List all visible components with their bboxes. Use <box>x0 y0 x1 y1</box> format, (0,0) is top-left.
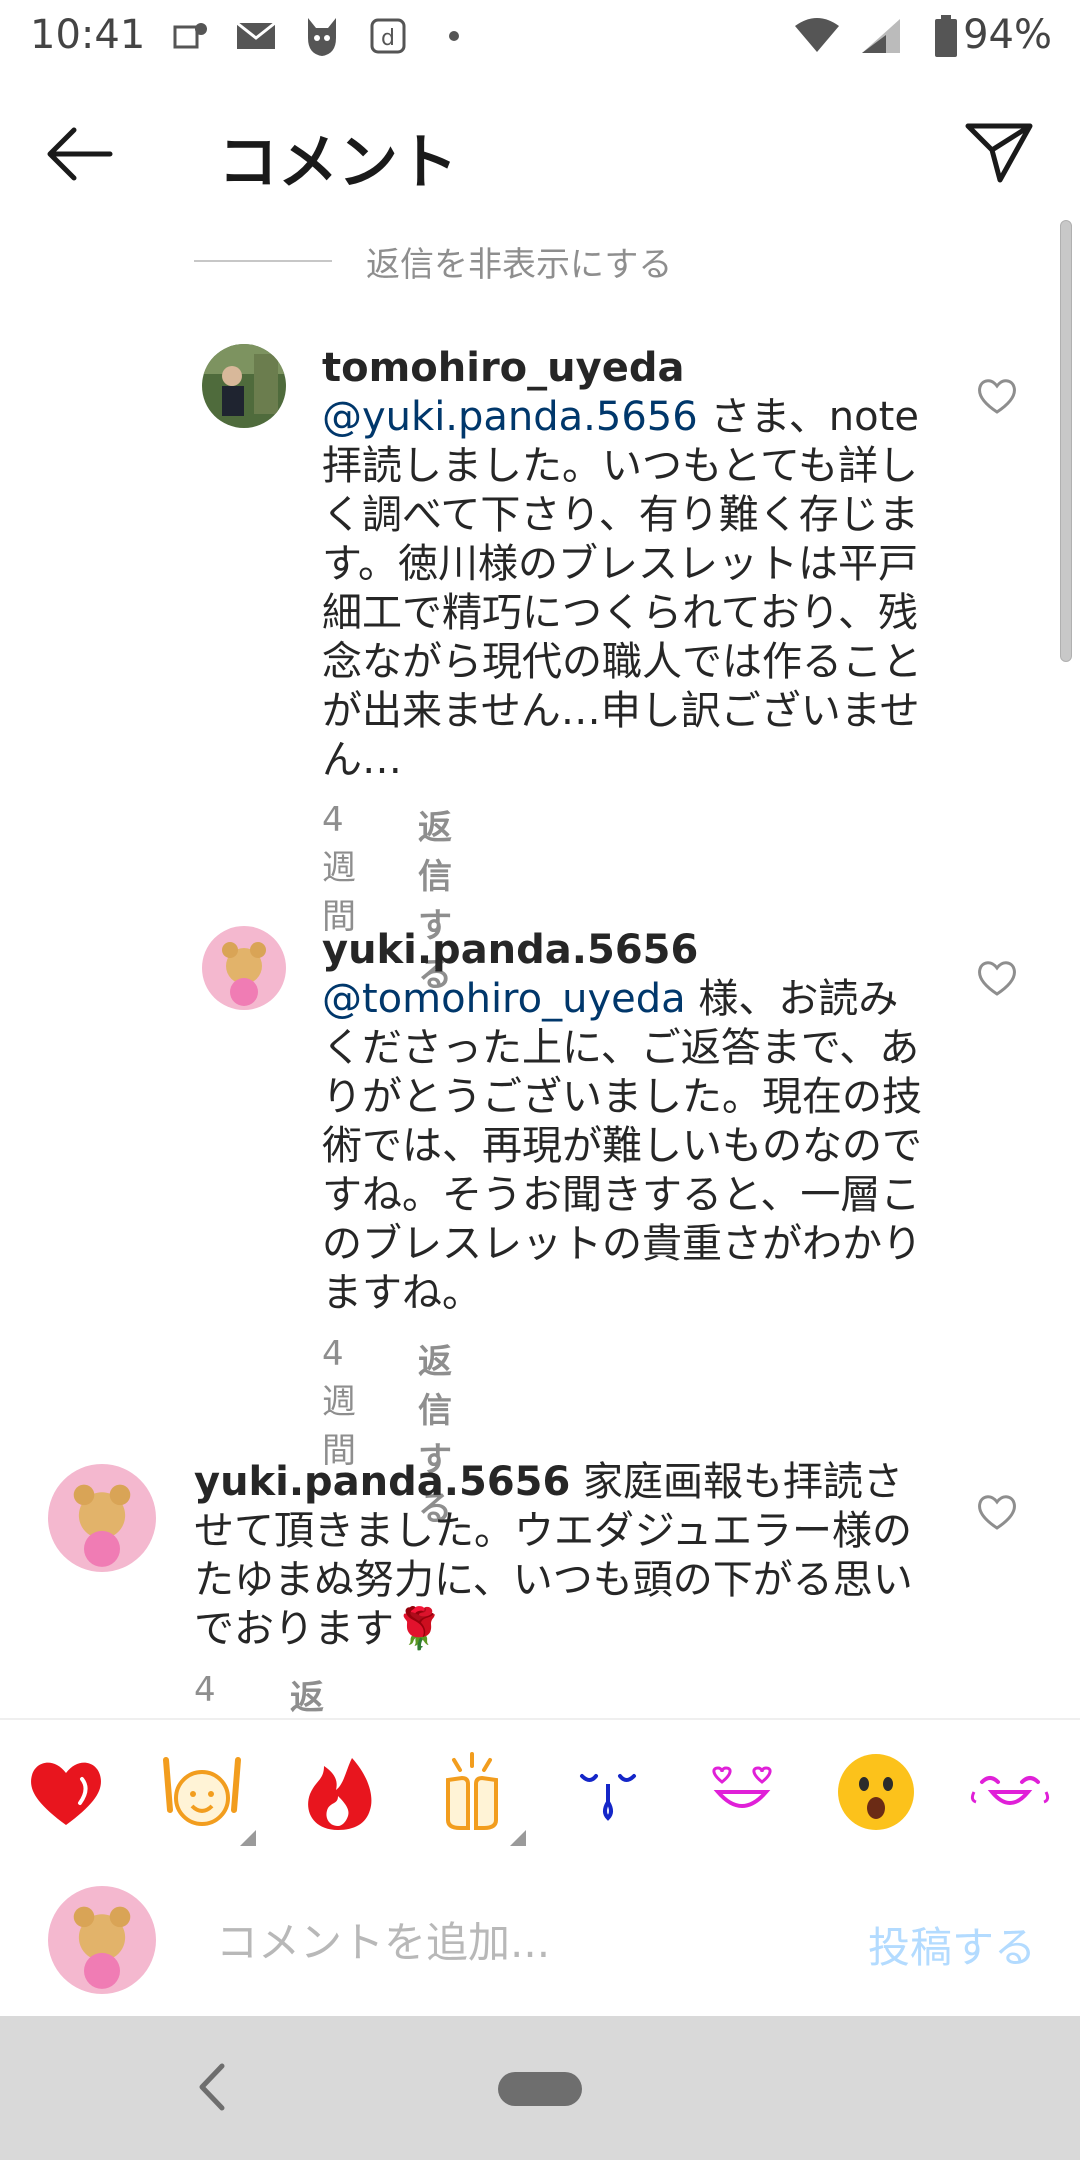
surprised-face-emoji[interactable] <box>832 1748 920 1836</box>
scrollbar[interactable] <box>1060 220 1072 662</box>
fox-app-icon <box>300 14 344 58</box>
divider <box>194 260 332 262</box>
hide-replies-label: 返信を非表示にする <box>366 244 673 285</box>
wifi-icon <box>794 14 840 58</box>
comment-body: 様、お読みくださった上に、ご返答まで、ありがとうございました。現在の技術では、再… <box>322 976 922 1316</box>
chevron-left-icon <box>199 2063 225 2111</box>
raising-hands-emoji[interactable] <box>158 1748 246 1836</box>
skin-tone-indicator <box>510 1830 526 1846</box>
comment-mention[interactable]: @tomohiro_uyeda <box>322 976 686 1022</box>
avatar[interactable] <box>202 344 286 428</box>
avatar <box>48 1886 156 1994</box>
comment-username[interactable]: tomohiro_uyeda <box>322 345 684 391</box>
comment-text: tomohiro_uyeda @yuki.panda.5656 さま、note拝… <box>322 344 932 785</box>
battery-percent: 94% <box>963 12 1052 58</box>
comment-composer: 投稿する <box>0 1866 1080 2016</box>
red-heart-emoji[interactable] <box>22 1748 110 1836</box>
laughing-tears-emoji[interactable] <box>966 1748 1054 1836</box>
crying-face-emoji[interactable] <box>564 1748 652 1836</box>
like-button[interactable] <box>976 376 1018 416</box>
comment-input[interactable] <box>214 1908 818 1976</box>
post-button[interactable]: 投稿する <box>868 1914 1036 1975</box>
dot-icon <box>444 14 464 58</box>
like-button[interactable] <box>976 1492 1018 1532</box>
page-title: コメント <box>218 128 458 198</box>
battery-icon <box>932 14 960 58</box>
hide-replies-button[interactable]: 返信を非表示にする <box>194 236 672 286</box>
signal-icon <box>858 14 904 58</box>
heart-outline-icon <box>978 1495 1016 1530</box>
comment-username[interactable]: yuki.panda.5656 <box>194 1459 570 1505</box>
share-button[interactable] <box>964 120 1040 190</box>
status-time: 10:41 <box>30 12 146 58</box>
avatar[interactable] <box>48 1464 156 1572</box>
comment-mention[interactable]: @yuki.panda.5656 <box>322 394 698 440</box>
comment-username[interactable]: yuki.panda.5656 <box>322 927 698 973</box>
notification-icon <box>172 14 212 58</box>
emoji-bar <box>0 1718 1080 1868</box>
like-button[interactable] <box>976 958 1018 998</box>
comment-text: yuki.panda.5656 家庭画報も拝読させて頂きました。ウエダジュエラー… <box>194 1458 938 1654</box>
header: コメント <box>0 76 1080 228</box>
nav-back-button[interactable] <box>196 2062 228 2112</box>
comment-text: yuki.panda.5656 @tomohiro_uyeda 様、お読みくださ… <box>322 926 932 1318</box>
arrow-left-icon <box>47 127 113 181</box>
comment-body: さま、note拝読しました。いつもとても詳しく調べて下さり、有り難く存じます。徳… <box>322 394 922 783</box>
paper-plane-icon <box>965 123 1033 183</box>
nav-home-button[interactable] <box>498 2072 582 2106</box>
status-bar: 10:41 d 94% <box>0 0 1080 76</box>
heart-outline-icon <box>978 379 1016 414</box>
clapping-hands-emoji[interactable] <box>428 1748 516 1836</box>
fire-emoji[interactable] <box>294 1748 382 1836</box>
back-button[interactable] <box>44 126 124 186</box>
mail-icon <box>234 14 278 58</box>
heart-eyes-emoji[interactable] <box>698 1748 786 1836</box>
svg-text:d: d <box>381 26 395 51</box>
d-app-icon: d <box>368 14 408 58</box>
avatar[interactable] <box>202 926 286 1010</box>
skin-tone-indicator <box>240 1830 256 1846</box>
system-nav-bar <box>0 2016 1080 2160</box>
heart-outline-icon <box>978 961 1016 996</box>
